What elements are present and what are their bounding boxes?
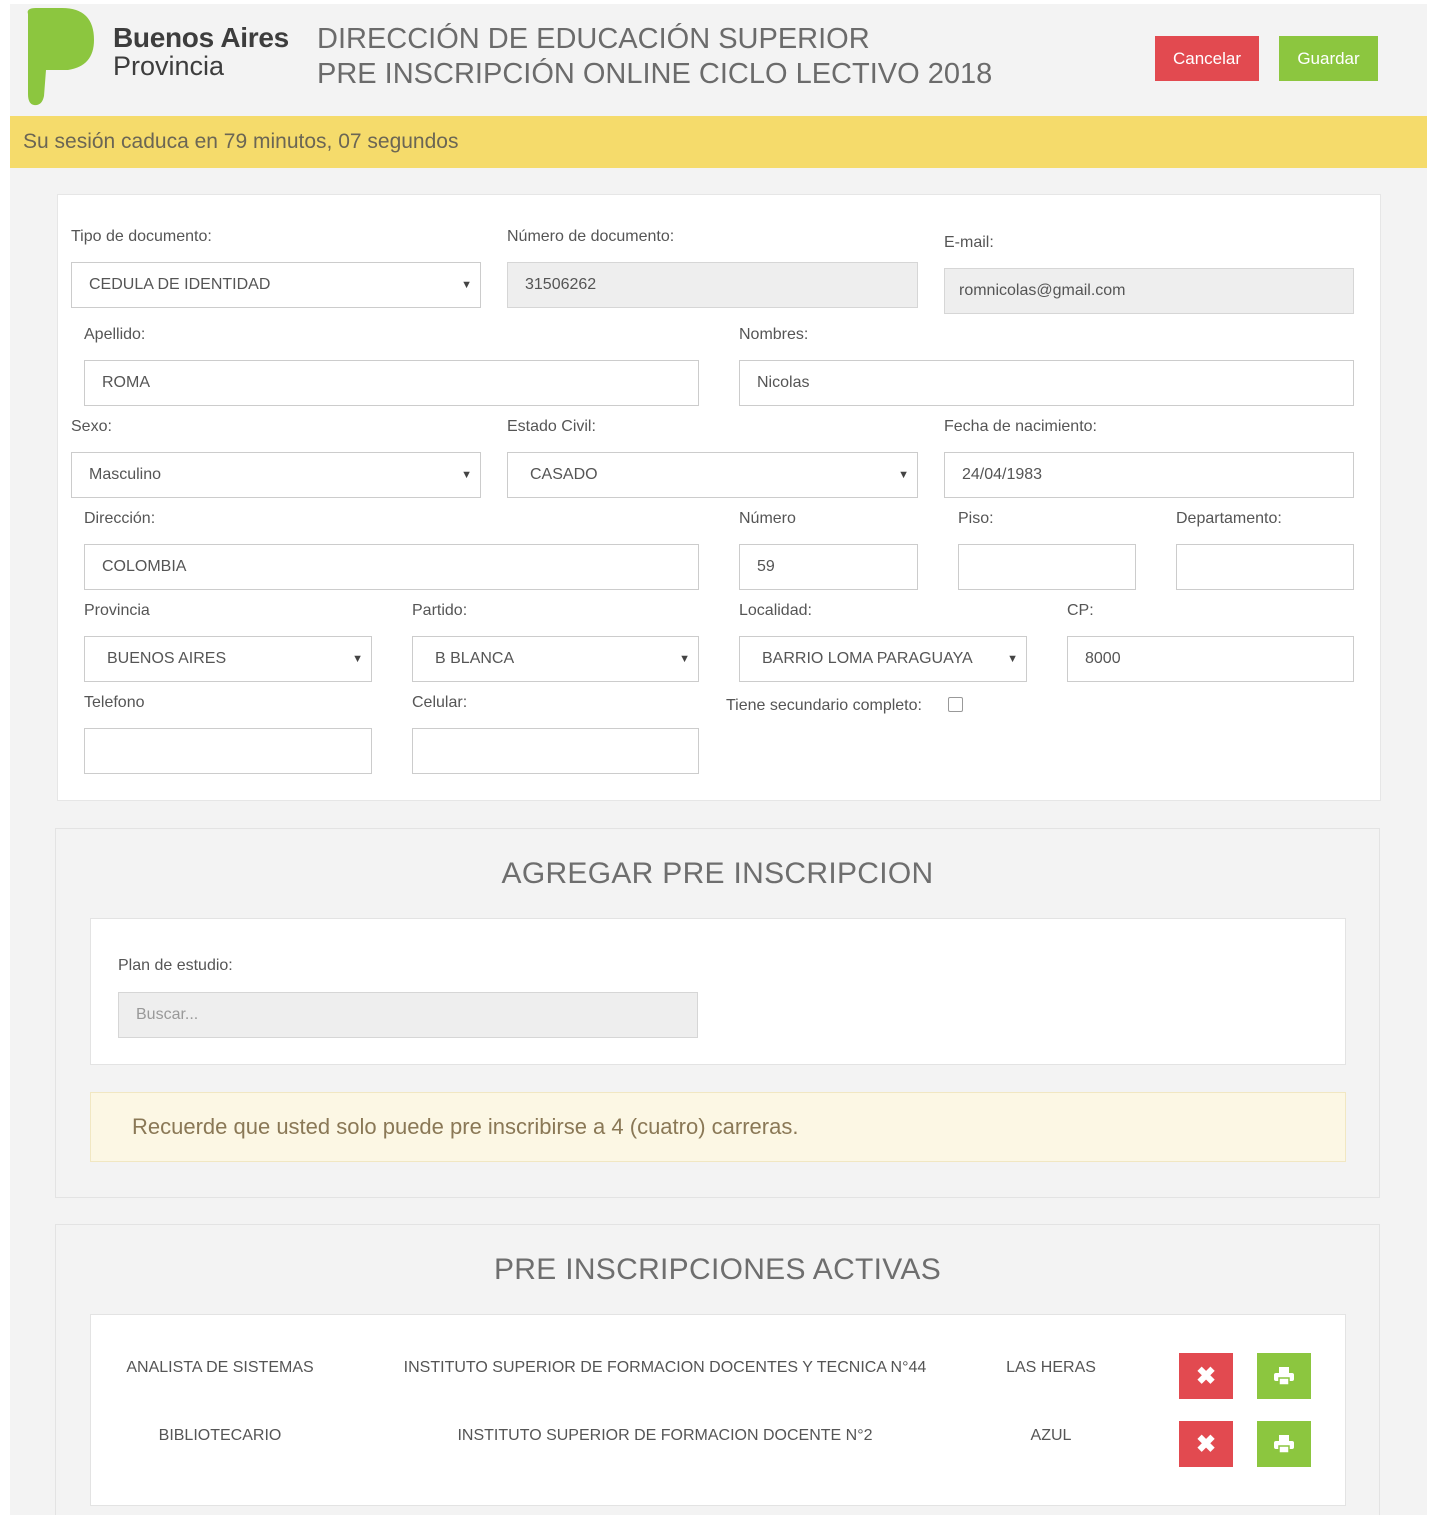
departamento-field[interactable]: [1176, 544, 1354, 590]
celular-label: Celular:: [412, 694, 468, 711]
print-icon: [1274, 1435, 1294, 1454]
plan-estudio-label: Plan de estudio:: [118, 957, 233, 974]
carrera-cell: BIBLIOTECARIO: [158, 1427, 282, 1444]
secundario-label: Tiene secundario completo:: [726, 697, 922, 714]
chevron-down-icon: ▼: [1007, 653, 1018, 665]
instituto-cell: INSTITUTO SUPERIOR DE FORMACION DOCENTES…: [403, 1359, 927, 1376]
fecha-nacimiento-field[interactable]: 24/04/1983: [944, 452, 1354, 498]
instituto-cell: INSTITUTO SUPERIOR DE FORMACION DOCENTE …: [457, 1427, 873, 1444]
departamento-label: Departamento:: [1176, 510, 1282, 527]
direccion-label: Dirección:: [84, 510, 156, 527]
provincia-value: BUENOS AIRES: [107, 650, 227, 667]
piso-label: Piso:: [958, 510, 994, 527]
piso-field[interactable]: [958, 544, 1136, 590]
localidad-value: BARRIO LOMA PARAGUAYA: [762, 650, 973, 667]
page: Buenos Aires Provincia DIRECCIÓN DE EDUC…: [10, 4, 1427, 1515]
numero-documento-field[interactable]: 31506262: [507, 262, 918, 308]
print-icon: [1274, 1367, 1294, 1386]
add-preinscription-panel: AGREGAR PRE INSCRIPCION Plan de estudio:…: [55, 828, 1380, 1198]
add-section-title: AGREGAR PRE INSCRIPCION: [501, 857, 934, 890]
partido-value: B BLANCA: [435, 650, 515, 667]
province-logo-icon: [27, 8, 94, 106]
save-button[interactable]: Guardar: [1279, 36, 1378, 81]
delete-button[interactable]: ✖: [1179, 1353, 1233, 1399]
cp-label: CP:: [1067, 602, 1094, 619]
personal-data-card: Tipo de documento: CEDULA DE IDENTIDAD ▼…: [57, 194, 1381, 801]
print-button[interactable]: [1257, 1353, 1311, 1399]
active-preinscriptions-panel: PRE INSCRIPCIONES ACTIVAS ANALISTA DE SI…: [55, 1224, 1380, 1515]
cp-field[interactable]: 8000: [1067, 636, 1354, 682]
active-section-title: PRE INSCRIPCIONES ACTIVAS: [493, 1253, 942, 1286]
carrera-cell: ANALISTA DE SISTEMAS: [126, 1359, 314, 1376]
localidad-cell: AZUL: [1030, 1427, 1072, 1444]
brand: Buenos Aires Provincia: [113, 22, 289, 81]
partido-select[interactable]: B BLANCA ▼: [412, 636, 699, 682]
localidad-select[interactable]: BARRIO LOMA PARAGUAYA ▼: [739, 636, 1027, 682]
brand-line2: Provincia: [113, 51, 225, 81]
direccion-field[interactable]: COLOMBIA: [84, 544, 699, 590]
tipo-documento-select[interactable]: CEDULA DE IDENTIDAD ▼: [71, 262, 481, 308]
cancel-button[interactable]: Cancelar: [1155, 36, 1259, 81]
email-field[interactable]: romnicolas@gmail.com: [944, 268, 1354, 314]
tipo-documento-value: CEDULA DE IDENTIDAD: [89, 276, 271, 293]
times-icon: ✖: [1195, 1430, 1217, 1458]
localidad-label: Localidad:: [739, 602, 812, 619]
chevron-down-icon: ▼: [898, 469, 909, 481]
tipo-documento-label: Tipo de documento:: [71, 228, 212, 245]
delete-button[interactable]: ✖: [1179, 1421, 1233, 1467]
localidad-cell: LAS HERAS: [1006, 1359, 1096, 1376]
estado-civil-label: Estado Civil:: [507, 418, 596, 435]
print-button[interactable]: [1257, 1421, 1311, 1467]
telefono-label: Telefono: [84, 694, 145, 711]
secundario-checkbox[interactable]: [948, 697, 963, 712]
provincia-label: Provincia: [84, 602, 150, 619]
page-title: DIRECCIÓN DE EDUCACIÓN SUPERIOR PRE INSC…: [317, 22, 992, 92]
chevron-down-icon: ▼: [352, 653, 363, 665]
estado-civil-select[interactable]: CASADO ▼: [507, 452, 918, 498]
header: Buenos Aires Provincia DIRECCIÓN DE EDUC…: [10, 4, 1427, 116]
provincia-select[interactable]: BUENOS AIRES ▼: [84, 636, 372, 682]
session-timer-bar: Su sesión caduca en 79 minutos, 07 segun…: [10, 116, 1427, 168]
apellido-field[interactable]: ROMA: [84, 360, 699, 406]
chevron-down-icon: ▼: [679, 653, 690, 665]
fecha-nacimiento-label: Fecha de nacimiento:: [944, 418, 1097, 435]
estado-civil-value: CASADO: [530, 466, 598, 483]
numero-label: Número: [739, 510, 796, 527]
numero-documento-label: Número de documento:: [507, 228, 675, 245]
chevron-down-icon: ▼: [461, 279, 472, 291]
numero-field[interactable]: 59: [739, 544, 918, 590]
celular-field[interactable]: [412, 728, 699, 774]
times-icon: ✖: [1195, 1362, 1217, 1390]
page-title-line1: DIRECCIÓN DE EDUCACIÓN SUPERIOR: [317, 23, 870, 55]
page-title-line2: PRE INSCRIPCIÓN ONLINE CICLO LECTIVO 201…: [317, 58, 993, 90]
sexo-label: Sexo:: [71, 418, 112, 435]
brand-line1: Buenos Aires: [113, 22, 289, 53]
telefono-field[interactable]: [84, 728, 372, 774]
plan-search-input[interactable]: Buscar...: [118, 992, 698, 1038]
limit-notice: Recuerde que usted solo puede pre inscri…: [90, 1092, 1346, 1162]
email-label: E-mail:: [944, 234, 994, 251]
apellido-label: Apellido:: [84, 326, 146, 343]
plan-estudio-box: Plan de estudio: Buscar...: [90, 918, 1346, 1065]
active-table: ANALISTA DE SISTEMAS INSTITUTO SUPERIOR …: [90, 1314, 1346, 1506]
sexo-value: Masculino: [89, 466, 162, 483]
chevron-down-icon: ▼: [461, 469, 472, 481]
nombres-field[interactable]: Nicolas: [739, 360, 1354, 406]
partido-label: Partido:: [412, 602, 468, 619]
nombres-label: Nombres:: [739, 326, 809, 343]
sexo-select[interactable]: Masculino ▼: [71, 452, 481, 498]
